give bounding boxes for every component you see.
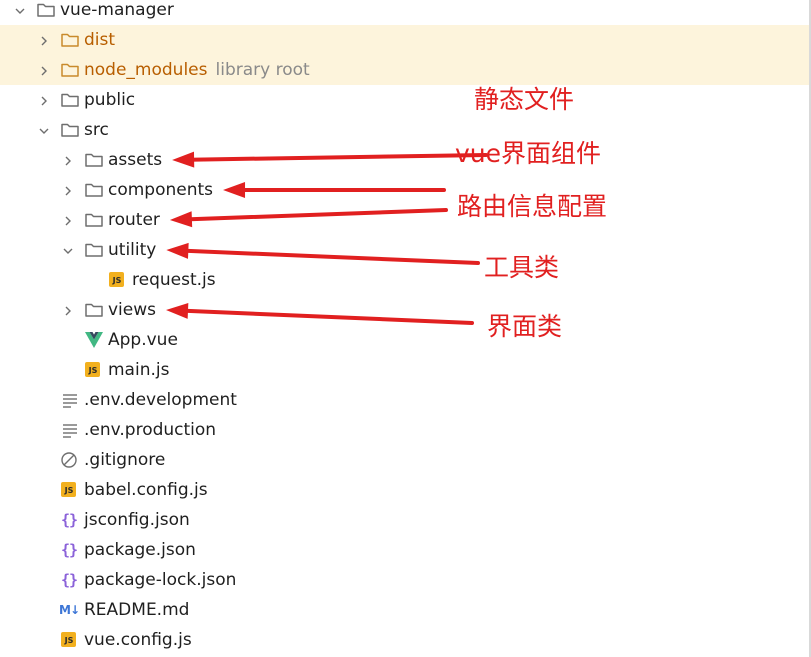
annotation-arrow-head: [166, 242, 189, 259]
annotation-label-views: 界面类: [487, 312, 563, 341]
annotation-label-assets: 静态文件: [474, 85, 575, 114]
annotation-label-components: vue界面组件: [455, 139, 602, 168]
annotation-arrow-head: [169, 211, 193, 228]
annotation-arrow-line: [180, 153, 488, 162]
annotation-arrow-line: [177, 208, 448, 222]
annotation-arrows: [166, 151, 488, 325]
annotation-arrow-line: [174, 248, 480, 265]
annotation-label-router: 路由信息配置: [457, 192, 608, 221]
annotation-arrow-head: [166, 302, 189, 319]
annotation-arrow-head: [172, 151, 195, 168]
annotation-arrow-head: [223, 182, 246, 198]
annotation-label-utility: 工具类: [484, 253, 560, 282]
annotation-arrow-line: [174, 308, 474, 325]
